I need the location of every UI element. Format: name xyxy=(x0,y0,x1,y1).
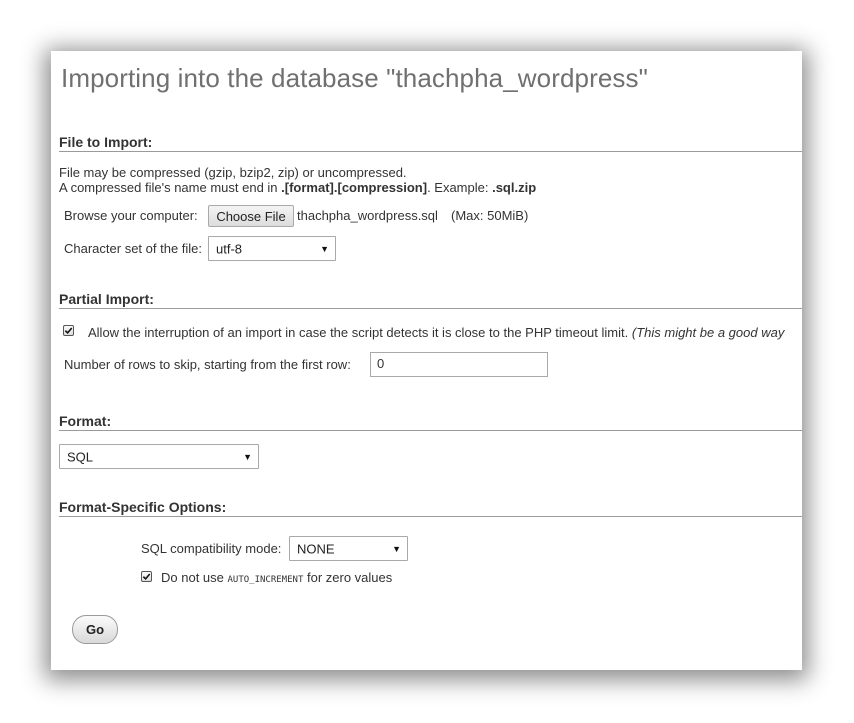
choose-file-button[interactable]: Choose File xyxy=(208,205,294,227)
import-panel: Importing into the database "thachpha_wo… xyxy=(51,51,802,670)
compression-info: File may be compressed (gzip, bzip2, zip… xyxy=(59,165,407,180)
page-title: Importing into the database "thachpha_wo… xyxy=(61,63,648,93)
skip-rows-input[interactable]: 0 xyxy=(370,352,548,377)
format-options-heading: Format-Specific Options: xyxy=(59,499,802,517)
skip-rows-label: Number of rows to skip, starting from th… xyxy=(64,357,351,372)
compat-mode-select[interactable]: NONE ▼ xyxy=(289,536,408,561)
compression-naming-info: A compressed file's name must end in .[f… xyxy=(59,180,537,195)
compat-mode-value: NONE xyxy=(297,541,335,556)
format-heading: Format: xyxy=(59,413,802,431)
browse-label: Browse your computer: xyxy=(64,208,198,223)
partial-import-heading: Partial Import: xyxy=(59,291,802,309)
checkmark-icon xyxy=(64,327,73,335)
allow-interrupt-label: Allow the interruption of an import in c… xyxy=(88,325,785,340)
max-size-note: (Max: 50MiB) xyxy=(451,208,529,223)
chevron-down-icon: ▼ xyxy=(243,451,252,462)
no-auto-increment-checkbox[interactable] xyxy=(141,571,152,582)
chevron-down-icon: ▼ xyxy=(392,543,401,554)
go-button[interactable]: Go xyxy=(72,615,118,644)
chevron-down-icon: ▼ xyxy=(320,243,329,254)
charset-select[interactable]: utf-8 ▼ xyxy=(208,236,336,261)
format-value: SQL xyxy=(67,449,94,464)
selected-file-name: thachpha_wordpress.sql xyxy=(297,208,438,223)
allow-interrupt-checkbox[interactable] xyxy=(63,325,74,336)
no-auto-increment-label: Do not use AUTO_INCREMENT for zero value… xyxy=(161,570,393,585)
file-to-import-heading: File to Import: xyxy=(59,134,802,152)
checkmark-icon xyxy=(142,573,151,581)
charset-value: utf-8 xyxy=(216,241,243,256)
charset-label: Character set of the file: xyxy=(64,241,203,256)
format-select[interactable]: SQL ▼ xyxy=(59,444,259,469)
compat-mode-label: SQL compatibility mode: xyxy=(141,541,282,556)
